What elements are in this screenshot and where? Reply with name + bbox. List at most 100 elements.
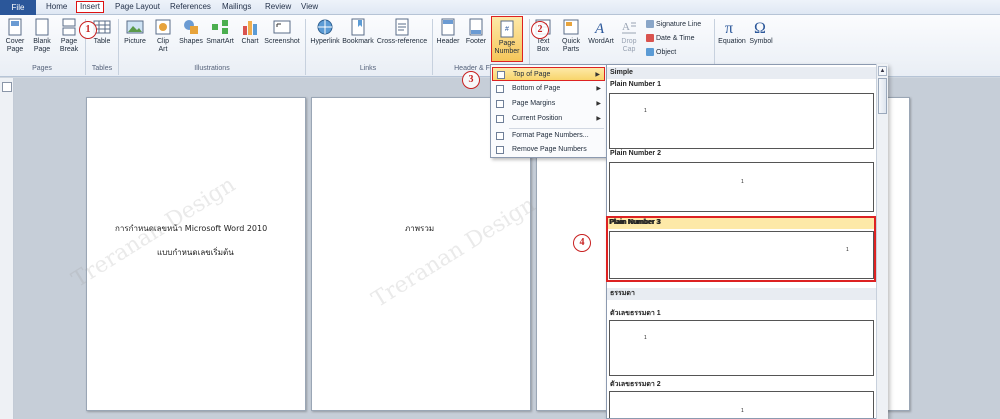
- signature-line-button[interactable]: Signature Line: [646, 20, 701, 28]
- menu-item-top-of-page[interactable]: Top of Page ▶: [492, 67, 605, 81]
- gallery-item-plain-number-1[interactable]: 1: [609, 93, 874, 149]
- shapes-button[interactable]: Shapes: [178, 18, 204, 46]
- clip-art-icon: [155, 19, 171, 35]
- scroll-up-icon[interactable]: ▲: [878, 66, 887, 76]
- page-1-subtitle: แบบกำหนดเลขเริ่มต้น: [157, 248, 234, 257]
- submenu-arrow-icon: ▶: [596, 86, 601, 92]
- tab-page-layout[interactable]: Page Layout: [115, 2, 160, 11]
- cover-page-button[interactable]: Cover Page: [2, 18, 28, 54]
- gallery-item-label: ตัวเลขธรรมดา 1: [610, 310, 661, 317]
- step-badge-4: 4: [573, 234, 591, 252]
- svg-text:A: A: [622, 21, 630, 33]
- page-break-button[interactable]: Page Break: [57, 18, 81, 54]
- step-badge-2: 2: [531, 21, 549, 39]
- hyperlink-button[interactable]: Hyperlink: [308, 18, 342, 46]
- equation-button[interactable]: π Equation: [718, 18, 746, 46]
- tab-file[interactable]: File: [0, 0, 36, 15]
- step-badge-1: 1: [79, 21, 97, 39]
- group-label-illustrations: Illustrations: [194, 65, 230, 72]
- clip-art-button[interactable]: Clip Art: [152, 18, 174, 54]
- chart-icon: [243, 21, 257, 35]
- footer-icon: [469, 18, 483, 36]
- object-button[interactable]: Object: [646, 48, 676, 56]
- group-label-tables: Tables: [91, 65, 113, 72]
- page-number-preview: 1: [644, 335, 647, 341]
- tab-selector[interactable]: [2, 82, 12, 92]
- bookmark-icon: [351, 18, 365, 36]
- date-time-button[interactable]: Date & Time: [646, 34, 695, 42]
- page-icon: [496, 100, 504, 108]
- signature-icon: [646, 20, 654, 28]
- menu-item-format-page-numbers[interactable]: Format Page Numbers...: [492, 129, 605, 143]
- picture-button[interactable]: Picture: [122, 18, 148, 46]
- cross-reference-button[interactable]: Cross-reference: [375, 18, 429, 46]
- smartart-button[interactable]: SmartArt: [206, 18, 234, 46]
- document-page-1[interactable]: การกำหนดเลขหน้า Microsoft Word 2010 แบบก…: [86, 97, 306, 411]
- remove-icon: [496, 146, 504, 154]
- tab-mailings[interactable]: Mailings: [222, 2, 251, 11]
- group-label-links: Links: [359, 65, 377, 72]
- gallery-item-thai-number-2[interactable]: 1: [609, 391, 874, 418]
- page-number-preview: 1: [644, 108, 647, 114]
- screenshot-icon: [273, 20, 291, 34]
- gallery-item-thai-number-1[interactable]: 1: [609, 320, 874, 376]
- blank-page-icon: [35, 18, 49, 36]
- svg-text:A: A: [594, 21, 605, 36]
- tab-references[interactable]: References: [170, 2, 211, 11]
- page-number-icon: #: [500, 20, 514, 38]
- svg-text:π: π: [725, 20, 733, 36]
- submenu-arrow-icon: ▶: [596, 101, 601, 107]
- smartart-icon: [212, 20, 228, 34]
- ribbon-tab-bar: File Home Insert Page Layout References …: [0, 0, 1000, 15]
- menu-item-page-margins[interactable]: Page Margins ▶: [492, 97, 605, 111]
- chart-button[interactable]: Chart: [238, 18, 262, 46]
- page-number-preview: 1: [741, 408, 744, 414]
- drop-cap-button[interactable]: A Drop Cap: [617, 18, 641, 54]
- quick-parts-button[interactable]: Quick Parts: [558, 18, 584, 54]
- omega-icon: Ω: [754, 20, 766, 36]
- tab-home[interactable]: Home: [46, 2, 67, 11]
- shapes-icon: [184, 20, 198, 34]
- symbol-button[interactable]: Ω Symbol: [748, 18, 774, 46]
- page-number-menu: Top of Page ▶ Bottom of Page ▶ Page Margin…: [490, 64, 607, 158]
- menu-item-current-position[interactable]: Current Position ▶: [492, 112, 605, 126]
- pi-icon: π: [725, 20, 733, 36]
- footer-button[interactable]: Footer: [463, 18, 489, 46]
- wordart-button[interactable]: A WordArt: [586, 18, 616, 46]
- quick-parts-icon: [563, 19, 579, 35]
- gallery-item-label: ตัวเลขธรรมดา 2: [610, 381, 661, 388]
- page-icon: [496, 115, 504, 123]
- globe-icon: [317, 19, 333, 35]
- format-icon: [496, 132, 504, 140]
- scroll-thumb[interactable]: [878, 78, 887, 114]
- tab-review[interactable]: Review: [265, 2, 291, 11]
- menu-item-bottom-of-page[interactable]: Bottom of Page ▶: [492, 82, 605, 96]
- svg-text:#: #: [505, 26, 509, 33]
- header-button[interactable]: Header: [434, 18, 462, 46]
- menu-item-remove-page-numbers[interactable]: Remove Page Numbers: [492, 143, 605, 157]
- submenu-arrow-icon: ▶: [596, 116, 601, 122]
- page-number-preview: 1: [741, 179, 744, 185]
- page-2-text: ภาพรวม: [405, 224, 435, 233]
- vertical-ruler: [0, 78, 14, 419]
- gallery-scrollbar[interactable]: ▲: [876, 64, 888, 419]
- gallery-section-header: Simple: [607, 67, 877, 79]
- drop-cap-icon: A: [622, 21, 636, 34]
- tab-insert[interactable]: Insert: [76, 1, 105, 13]
- gallery-item-label: Plain Number 3: [610, 219, 661, 226]
- bookmark-button[interactable]: Bookmark: [342, 18, 374, 46]
- calendar-icon: [646, 34, 654, 42]
- header-icon: [441, 18, 455, 36]
- screenshot-button[interactable]: Screenshot: [264, 18, 300, 46]
- gallery-section-header: ธรรมดา: [607, 288, 877, 300]
- wordart-icon: A: [594, 21, 605, 36]
- page-break-icon: [62, 18, 76, 36]
- gallery-item-plain-number-2[interactable]: 1: [609, 162, 874, 212]
- tab-view[interactable]: View: [301, 2, 318, 11]
- cover-page-icon: [8, 18, 22, 36]
- page-number-button[interactable]: # Page Number: [491, 16, 523, 62]
- blank-page-button[interactable]: Blank Page: [31, 18, 53, 54]
- group-label-pages: Pages: [32, 65, 52, 72]
- object-icon: [646, 48, 654, 56]
- page-icon: [497, 71, 505, 79]
